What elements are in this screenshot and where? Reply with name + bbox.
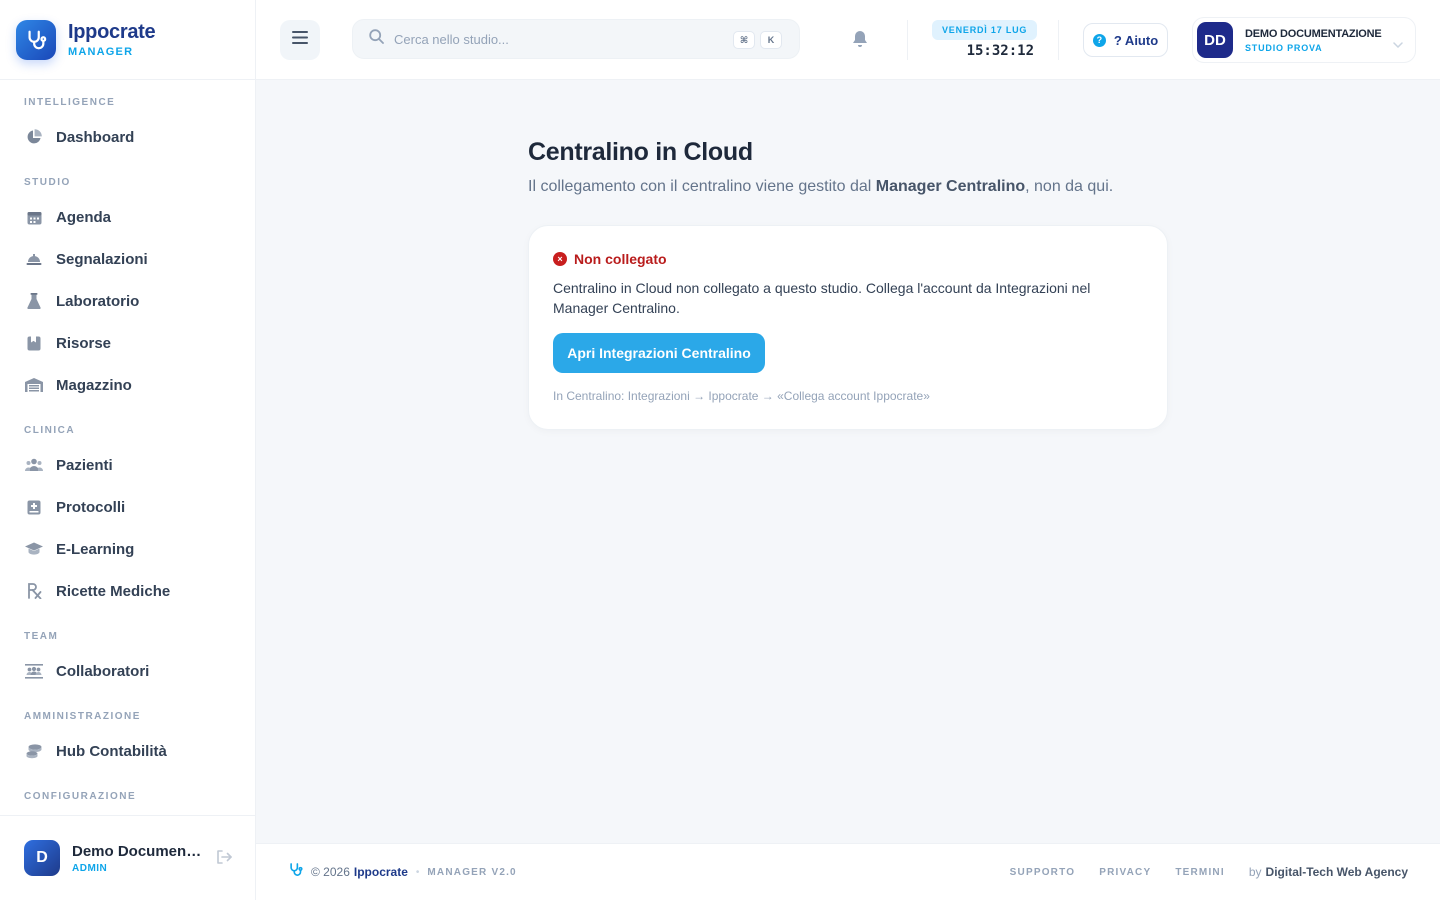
footer-links: SUPPORTO PRIVACY TERMINI by Digital-Tech…: [1010, 844, 1408, 900]
pie-chart-icon: [24, 128, 44, 146]
menu-toggle-button[interactable]: [280, 20, 320, 60]
account-name: DEMO DOCUMENTAZIONE: [1245, 27, 1382, 40]
sidebar-item-magazzino[interactable]: Magazzino: [0, 364, 255, 406]
warehouse-icon: [24, 376, 44, 394]
sidebar-item-dashboard[interactable]: Dashboard: [0, 116, 255, 158]
sidebar-item-collaboratori[interactable]: Collaboratori: [0, 650, 255, 692]
footer-by: by: [1248, 865, 1262, 879]
bell-service-icon: [24, 250, 44, 268]
calendar-icon: [24, 208, 44, 226]
sidebar-item-label: Laboratorio: [56, 292, 140, 310]
sidebar-item-pazienti[interactable]: Pazienti: [0, 444, 255, 486]
sidebar-item-label: Protocolli: [56, 498, 126, 516]
prescription-icon: [24, 582, 44, 600]
open-integrations-button[interactable]: Apri Integrazioni Centralino: [553, 333, 765, 373]
subtitle-emphasis: Manager Centralino: [875, 178, 1026, 195]
nav-section-intelligence: INTELLIGENCE: [24, 97, 116, 108]
medical-book-icon: [24, 498, 44, 516]
footer-link-supporto[interactable]: SUPPORTO: [1010, 867, 1076, 878]
help-circle-icon: ?: [1092, 33, 1106, 47]
search-input[interactable]: [394, 31, 714, 47]
logout-icon[interactable]: [216, 850, 232, 869]
shortcut-k-key: K: [760, 31, 782, 49]
footer-version: MANAGER V2.0: [427, 866, 517, 878]
footer-agency-link[interactable]: Digital-Tech Web Agency: [1266, 865, 1408, 879]
sidebar-item-laboratorio[interactable]: Laboratorio: [0, 280, 255, 322]
sidebar-user-role: ADMIN: [72, 862, 108, 874]
avatar: D: [24, 840, 60, 876]
footer-link-privacy[interactable]: PRIVACY: [1099, 867, 1151, 878]
divider: [907, 20, 908, 60]
shortcut-mod-key: ⌘: [733, 31, 755, 49]
graduation-cap-icon: [24, 540, 44, 558]
help-button[interactable]: ? ? Aiuto: [1083, 23, 1168, 57]
sidebar: Ippocrate MANAGER INTELLIGENCE Dashboard…: [0, 0, 256, 900]
sidebar-item-label: Risorse: [56, 334, 112, 352]
stethoscope-logo-icon[interactable]: [16, 19, 56, 60]
notification-bell-icon[interactable]: [852, 30, 868, 53]
sidebar-user-name: Demo Documentazione: [72, 842, 202, 860]
search-icon: [369, 29, 384, 49]
sidebar-nav: INTELLIGENCE Dashboard STUDIO Agenda Seg…: [0, 80, 255, 816]
main-content: Centralino in Cloud Il collegamento con …: [256, 80, 1440, 843]
avatar: DD: [1197, 22, 1233, 58]
footer-brand: Ippocrate: [353, 865, 408, 879]
brand-subtitle: MANAGER: [68, 46, 134, 58]
account-studio: STUDIO PROVA: [1245, 42, 1323, 53]
bookmark-icon: [24, 334, 44, 352]
sidebar-item-label: Dashboard: [56, 128, 135, 146]
sidebar-item-label: Collaboratori: [56, 662, 150, 680]
sidebar-item-risorse[interactable]: Risorse: [0, 322, 255, 364]
flask-icon: [24, 292, 44, 310]
page-subtitle: Il collegamento con il centralino viene …: [528, 178, 1114, 195]
status-badge: × Non collegato: [553, 251, 667, 267]
sidebar-item-ricette-mediche[interactable]: Ricette Mediche: [0, 570, 255, 612]
sidebar-item-label: Hub Contabilità: [56, 742, 167, 760]
sidebar-item-label: Pazienti: [56, 456, 113, 474]
footer-copyright: © 2026: [311, 865, 350, 879]
sidebar-item-segnalazioni[interactable]: Segnalazioni: [0, 238, 255, 280]
error-x-icon: ×: [553, 252, 567, 266]
nav-section-amministrazione: AMMINISTRAZIONE: [24, 711, 141, 722]
hamburger-icon: [292, 31, 308, 49]
date-badge: VENERDÌ 17 LUG: [932, 20, 1038, 40]
sidebar-item-label: Magazzino: [56, 376, 132, 394]
sidebar-item-agenda[interactable]: Agenda: [0, 196, 255, 238]
nav-section-team: TEAM: [24, 631, 59, 642]
status-message: Centralino in Cloud non collegato a ques…: [553, 280, 1091, 316]
users-icon: [24, 456, 44, 474]
help-label: ? Aiuto: [1113, 32, 1159, 48]
sidebar-item-e-learning[interactable]: E-Learning: [0, 528, 255, 570]
integration-hint: In Centralino: Integrazioni → Ippocrate …: [553, 389, 930, 403]
top-header: ⌘ K VENERDÌ 17 LUG 15:32:12 ? ? Aiuto DD…: [256, 0, 1440, 80]
search-bar: ⌘ K: [352, 19, 800, 59]
brand-name: Ippocrate: [68, 21, 156, 43]
coins-icon: [24, 742, 44, 760]
nav-section-configurazione: CONFIGURAZIONE: [24, 791, 137, 802]
sidebar-user[interactable]: D Demo Documentazione ADMIN: [0, 815, 255, 900]
connection-card: × Non collegato Centralino in Cloud non …: [528, 225, 1168, 430]
sidebar-item-label: Ricette Mediche: [56, 582, 171, 600]
footer-link-termini[interactable]: TERMINI: [1175, 867, 1225, 878]
nav-section-studio: STUDIO: [24, 177, 71, 188]
brand: Ippocrate MANAGER: [0, 0, 255, 80]
sidebar-item-label: Segnalazioni: [56, 250, 148, 268]
sidebar-item-label: E-Learning: [56, 540, 135, 558]
page-title: Centralino in Cloud: [528, 138, 753, 166]
status-label: Non collegato: [574, 251, 667, 267]
sidebar-item-protocolli[interactable]: Protocolli: [0, 486, 255, 528]
clock: 15:32:12: [966, 43, 1034, 59]
sidebar-item-label: Agenda: [56, 208, 112, 226]
nav-section-clinica: CLINICA: [24, 425, 76, 436]
sidebar-item-hub-contabilita[interactable]: Hub Contabilità: [0, 730, 255, 772]
divider: [1058, 20, 1059, 60]
account-menu[interactable]: DD DEMO DOCUMENTAZIONE STUDIO PROVA: [1192, 17, 1416, 63]
stethoscope-icon: [288, 862, 303, 882]
footer-separator: •: [415, 866, 420, 878]
chevron-down-icon: [1393, 35, 1403, 53]
footer: © 2026 Ippocrate • MANAGER V2.0 SUPPORTO…: [256, 843, 1440, 900]
team-icon: [24, 662, 44, 680]
